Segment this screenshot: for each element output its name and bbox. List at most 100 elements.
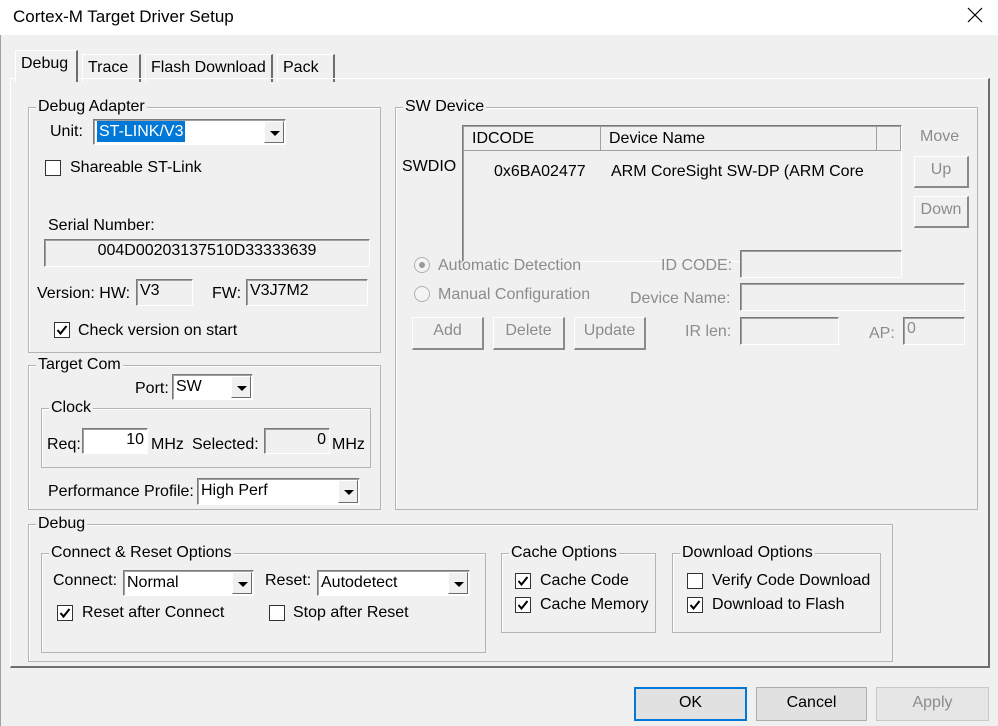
stop-after-reset-checkbox[interactable] [269, 605, 285, 621]
connect-reset-legend: Connect & Reset Options [49, 543, 234, 563]
chevron-down-icon[interactable] [231, 376, 251, 398]
connect-select[interactable]: Normal [123, 570, 254, 596]
idcode-label: ID CODE: [661, 257, 733, 274]
unit-value: ST-LINK/V3 [97, 121, 186, 142]
auto-detection-radio[interactable] [414, 257, 430, 273]
manual-config-radio[interactable] [414, 286, 430, 302]
title-bar: Cortex-M Target Driver Setup [0, 0, 998, 35]
cache-code-checkbox[interactable] [515, 573, 531, 589]
cancel-button[interactable]: Cancel [756, 687, 867, 721]
swdio-label: SWDIO [402, 158, 457, 175]
serial-number-field: 004D00203137510D33333639 [44, 239, 370, 267]
debug-legend: Debug [36, 514, 88, 534]
hw-version-field: V3 [136, 279, 193, 306]
tab-trace-label: Trace [88, 59, 129, 76]
chevron-down-icon[interactable] [448, 572, 468, 594]
download-options-legend: Download Options [680, 543, 815, 563]
check-version-label: Check version on start [78, 322, 238, 339]
ok-button[interactable]: OK [634, 687, 747, 721]
reset-after-connect-checkbox[interactable] [57, 605, 73, 621]
checkmark-icon [59, 608, 71, 619]
reset-select[interactable]: Autodetect [317, 570, 470, 596]
cache-options-legend: Cache Options [509, 543, 619, 563]
chevron-down-icon[interactable] [264, 121, 284, 143]
checkmark-icon [56, 325, 68, 336]
perf-profile-select[interactable]: High Perf [197, 478, 360, 505]
selected-unit: MHz [332, 436, 365, 453]
req-unit: MHz [151, 436, 184, 453]
download-to-flash-checkbox[interactable] [687, 597, 703, 613]
idcode-field[interactable] [740, 250, 902, 278]
radio-dot-icon [419, 262, 425, 268]
unit-label: Unit: [50, 123, 83, 140]
manual-config-label: Manual Configuration [438, 286, 591, 303]
selected-clock-field: 0 [264, 428, 330, 454]
req-clock-input[interactable]: 10 [82, 428, 148, 454]
tab-flash-download-label: Flash Download [151, 59, 266, 76]
clock-legend: Clock [49, 398, 94, 418]
tab-debug-label: Debug [21, 55, 69, 72]
req-label: Req: [47, 436, 81, 453]
add-button[interactable]: Add [412, 317, 484, 350]
serial-number-label: Serial Number: [48, 217, 155, 234]
column-header-device-name[interactable]: Device Name [601, 127, 877, 151]
close-button[interactable] [955, 0, 995, 32]
tab-debug[interactable]: Debug [15, 50, 78, 82]
shareable-label: Shareable ST-Link [70, 159, 202, 176]
check-version-checkbox[interactable] [54, 322, 70, 338]
window-border [0, 35, 1, 726]
port-value: SW [176, 378, 202, 395]
selected-label: Selected: [192, 436, 259, 453]
reset-value: Autodetect [321, 574, 398, 591]
port-label: Port: [135, 380, 169, 397]
close-icon [967, 7, 983, 23]
delete-button[interactable]: Delete [493, 317, 565, 350]
fw-label: FW: [212, 285, 242, 302]
auto-detection-label: Automatic Detection [438, 257, 582, 274]
verify-download-checkbox[interactable] [687, 573, 703, 589]
perf-profile-value: High Perf [201, 482, 268, 499]
ap-label: AP: [869, 325, 895, 342]
cache-memory-checkbox[interactable] [515, 597, 531, 613]
chevron-down-icon[interactable] [338, 480, 358, 503]
device-row-idcode[interactable]: 0x6BA02477 [494, 162, 586, 182]
column-header-empty[interactable] [877, 127, 901, 151]
update-button[interactable]: Update [574, 317, 646, 350]
unit-select[interactable]: ST-LINK/V3 [93, 119, 286, 145]
irlen-field[interactable] [740, 317, 839, 345]
verify-download-label: Verify Code Download [712, 572, 871, 589]
move-label: Move [920, 128, 960, 145]
connect-value: Normal [127, 574, 179, 591]
device-row-name[interactable]: ARM CoreSight SW-DP (ARM Core [611, 162, 864, 182]
port-select[interactable]: SW [172, 374, 253, 400]
shareable-checkbox[interactable] [45, 160, 61, 176]
cache-code-label: Cache Code [540, 572, 629, 589]
checkmark-icon [689, 600, 701, 611]
sw-device-legend: SW Device [403, 97, 487, 117]
move-down-button[interactable]: Down [914, 196, 969, 228]
window-title: Cortex-M Target Driver Setup [13, 7, 234, 26]
target-com-legend: Target Com [36, 355, 123, 375]
checkmark-icon [517, 600, 529, 611]
cache-memory-label: Cache Memory [540, 596, 649, 613]
irlen-label: IR len: [685, 323, 732, 340]
download-options-group: Download Options [672, 543, 881, 633]
reset-label: Reset: [265, 572, 312, 589]
connect-label: Connect: [53, 572, 118, 589]
checkmark-icon [517, 576, 529, 587]
stop-after-reset-label: Stop after Reset [293, 604, 409, 621]
perf-profile-label: Performance Profile: [48, 483, 194, 500]
cache-options-group: Cache Options [501, 543, 656, 633]
ap-field[interactable]: 0 [903, 317, 965, 345]
reset-after-connect-label: Reset after Connect [82, 604, 225, 621]
move-up-button[interactable]: Up [914, 156, 969, 188]
chevron-down-icon[interactable] [232, 572, 252, 594]
fw-version-field: V3J7M2 [246, 279, 368, 306]
device-name-field[interactable] [740, 283, 965, 311]
apply-button[interactable]: Apply [876, 687, 989, 721]
debug-adapter-legend: Debug Adapter [36, 97, 147, 117]
column-header-idcode[interactable]: IDCODE [464, 127, 601, 151]
device-list[interactable]: IDCODE Device Name 0x6BA02477 ARM CoreSi… [462, 125, 902, 262]
download-to-flash-label: Download to Flash [712, 596, 845, 613]
device-name-label: Device Name: [630, 290, 731, 307]
